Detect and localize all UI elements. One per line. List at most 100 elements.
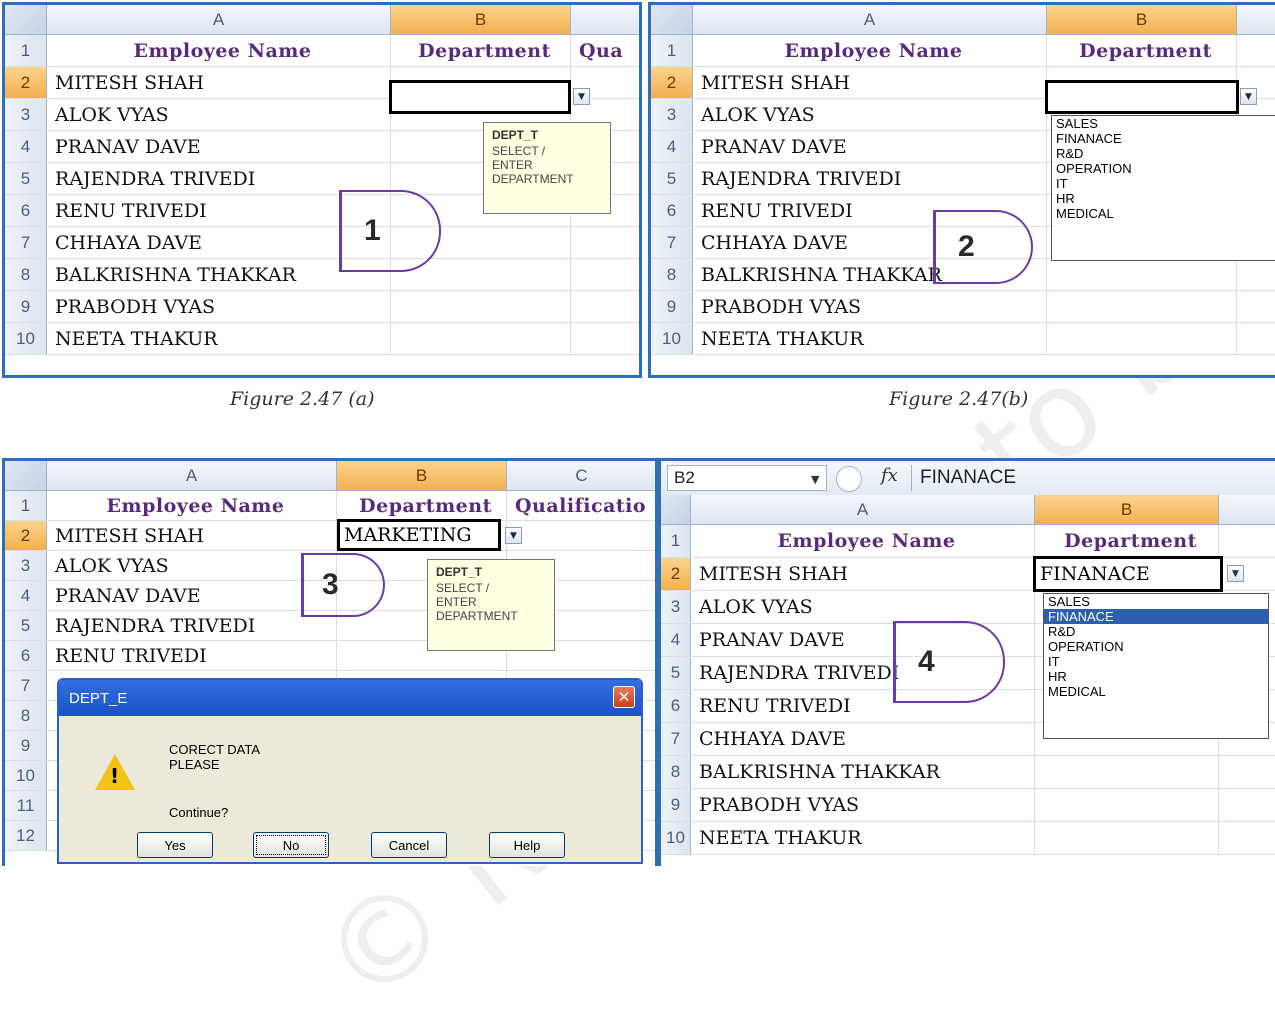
dropdown-option[interactable]: R&D	[1044, 624, 1268, 639]
column-header-b[interactable]: B	[1047, 5, 1237, 34]
employee-cell[interactable]: CHHAYA DAVE	[691, 723, 1035, 755]
column-header-b[interactable]: B	[1035, 495, 1219, 524]
row-number[interactable]: 5	[651, 163, 693, 194]
header-cell-employee-name[interactable]: Employee Name	[47, 35, 391, 66]
active-cell-b2[interactable]: MARKETING	[337, 519, 501, 551]
row-number[interactable]: 9	[5, 731, 47, 760]
employee-cell[interactable]: MITESH SHAH	[47, 67, 391, 98]
cell[interactable]	[1219, 822, 1275, 854]
close-icon[interactable]: ✕	[613, 686, 635, 708]
cell[interactable]	[1219, 756, 1275, 788]
row-number[interactable]: 7	[651, 227, 693, 258]
employee-cell[interactable]: MITESH SHAH	[47, 521, 337, 550]
active-cell-b2[interactable]: FINANACE	[1033, 556, 1223, 592]
row-number[interactable]: 2	[661, 558, 691, 590]
dropdown-option[interactable]: MEDICAL	[1052, 206, 1275, 221]
dropdown-option[interactable]: MEDICAL	[1044, 684, 1268, 699]
employee-cell[interactable]: PRANAV DAVE	[47, 131, 391, 162]
row-number[interactable]: 6	[5, 641, 47, 670]
employee-cell[interactable]: NEETA THAKUR	[693, 323, 1047, 354]
select-all-corner[interactable]	[661, 495, 691, 524]
cell[interactable]	[1237, 259, 1275, 290]
dialog-title-bar[interactable]: DEPT_E	[59, 680, 641, 716]
row-number[interactable]: 7	[5, 671, 47, 700]
row-number[interactable]: 1	[5, 35, 47, 66]
department-cell[interactable]	[391, 291, 571, 322]
dropdown-option[interactable]: IT	[1052, 176, 1275, 191]
row-number[interactable]: 5	[5, 163, 47, 194]
dropdown-option[interactable]: R&D	[1052, 146, 1275, 161]
yes-button[interactable]: Yes	[137, 832, 213, 858]
formula-input[interactable]: FINANACE	[911, 465, 1271, 491]
header-cell-qualification[interactable]: Qua	[571, 35, 639, 66]
department-cell[interactable]	[1047, 291, 1237, 322]
column-header-c[interactable]: C	[507, 461, 655, 490]
cell[interactable]	[1237, 35, 1275, 66]
dropdown-option[interactable]: IT	[1044, 654, 1268, 669]
column-header-c[interactable]	[571, 5, 639, 34]
dropdown-option[interactable]: OPERATION	[1052, 161, 1275, 176]
dropdown-option[interactable]: FINANACE	[1052, 131, 1275, 146]
column-header-a[interactable]: A	[47, 5, 391, 34]
cell[interactable]	[571, 227, 639, 258]
employee-cell[interactable]: RAJENDRA TRIVEDI	[693, 163, 1047, 194]
dropdown-option[interactable]: HR	[1052, 191, 1275, 206]
row-number[interactable]: 8	[651, 259, 693, 290]
row-number[interactable]: 4	[651, 131, 693, 162]
row-number[interactable]: 2	[5, 67, 47, 98]
row-number[interactable]: 1	[661, 525, 691, 557]
active-cell-b2[interactable]	[1045, 80, 1239, 114]
row-number[interactable]: 11	[5, 791, 47, 820]
row-number[interactable]: 8	[5, 701, 47, 730]
row-number[interactable]: 10	[661, 822, 691, 854]
row-number[interactable]: 7	[661, 723, 691, 755]
dropdown-option[interactable]: HR	[1044, 669, 1268, 684]
employee-cell[interactable]: RAJENDRA TRIVEDI	[47, 611, 337, 640]
cell[interactable]	[571, 291, 639, 322]
dropdown-option[interactable]: OPERATION	[1044, 639, 1268, 654]
row-number[interactable]: 10	[5, 761, 47, 790]
row-number[interactable]: 8	[661, 756, 691, 788]
header-cell-employee-name[interactable]: Employee Name	[47, 491, 337, 520]
cell[interactable]	[1237, 323, 1275, 354]
row-number[interactable]: 5	[661, 657, 691, 689]
column-header-b[interactable]: B	[391, 5, 571, 34]
row-number[interactable]: 2	[651, 67, 693, 98]
department-cell[interactable]	[391, 323, 571, 354]
column-header-b[interactable]: B	[337, 461, 507, 490]
column-header-c[interactable]	[1237, 5, 1275, 34]
row-number[interactable]: 6	[661, 690, 691, 722]
employee-cell[interactable]: PRANAV DAVE	[47, 581, 337, 610]
header-cell-employee-name[interactable]: Employee Name	[693, 35, 1047, 66]
employee-cell[interactable]: RENU TRIVEDI	[47, 641, 337, 670]
cell[interactable]	[507, 521, 655, 550]
employee-cell[interactable]: MITESH SHAH	[691, 558, 1035, 590]
cell[interactable]	[1219, 525, 1275, 557]
header-cell-department[interactable]: Department	[337, 491, 507, 520]
row-number[interactable]: 3	[5, 99, 47, 130]
employee-cell[interactable]: ALOK VYAS	[693, 99, 1047, 130]
row-number[interactable]: 4	[5, 581, 47, 610]
chevron-down-icon[interactable]: ▼	[811, 473, 819, 486]
no-button[interactable]: No	[253, 832, 329, 858]
row-number[interactable]: 3	[5, 551, 47, 580]
cell[interactable]	[1237, 291, 1275, 322]
header-cell-qualification[interactable]: Qualificatio	[507, 491, 655, 520]
row-number[interactable]: 6	[651, 195, 693, 226]
header-cell-department[interactable]: Department	[391, 35, 571, 66]
cell[interactable]	[571, 323, 639, 354]
help-button[interactable]: Help	[489, 832, 565, 858]
column-header-a[interactable]: A	[691, 495, 1035, 524]
cell[interactable]	[1219, 789, 1275, 821]
row-number[interactable]: 3	[651, 99, 693, 130]
employee-cell[interactable]: ALOK VYAS	[47, 551, 337, 580]
department-cell[interactable]	[1035, 789, 1219, 821]
row-number[interactable]: 6	[5, 195, 47, 226]
dropdown-arrow-icon[interactable]: ▼	[1240, 88, 1257, 105]
department-cell[interactable]	[1047, 259, 1237, 290]
insert-function-icon[interactable]: fx	[881, 465, 898, 486]
employee-cell[interactable]: PRABODH VYAS	[47, 291, 391, 322]
row-number[interactable]: 5	[5, 611, 47, 640]
row-number[interactable]: 9	[651, 291, 693, 322]
employee-cell[interactable]: PRABODH VYAS	[693, 291, 1047, 322]
